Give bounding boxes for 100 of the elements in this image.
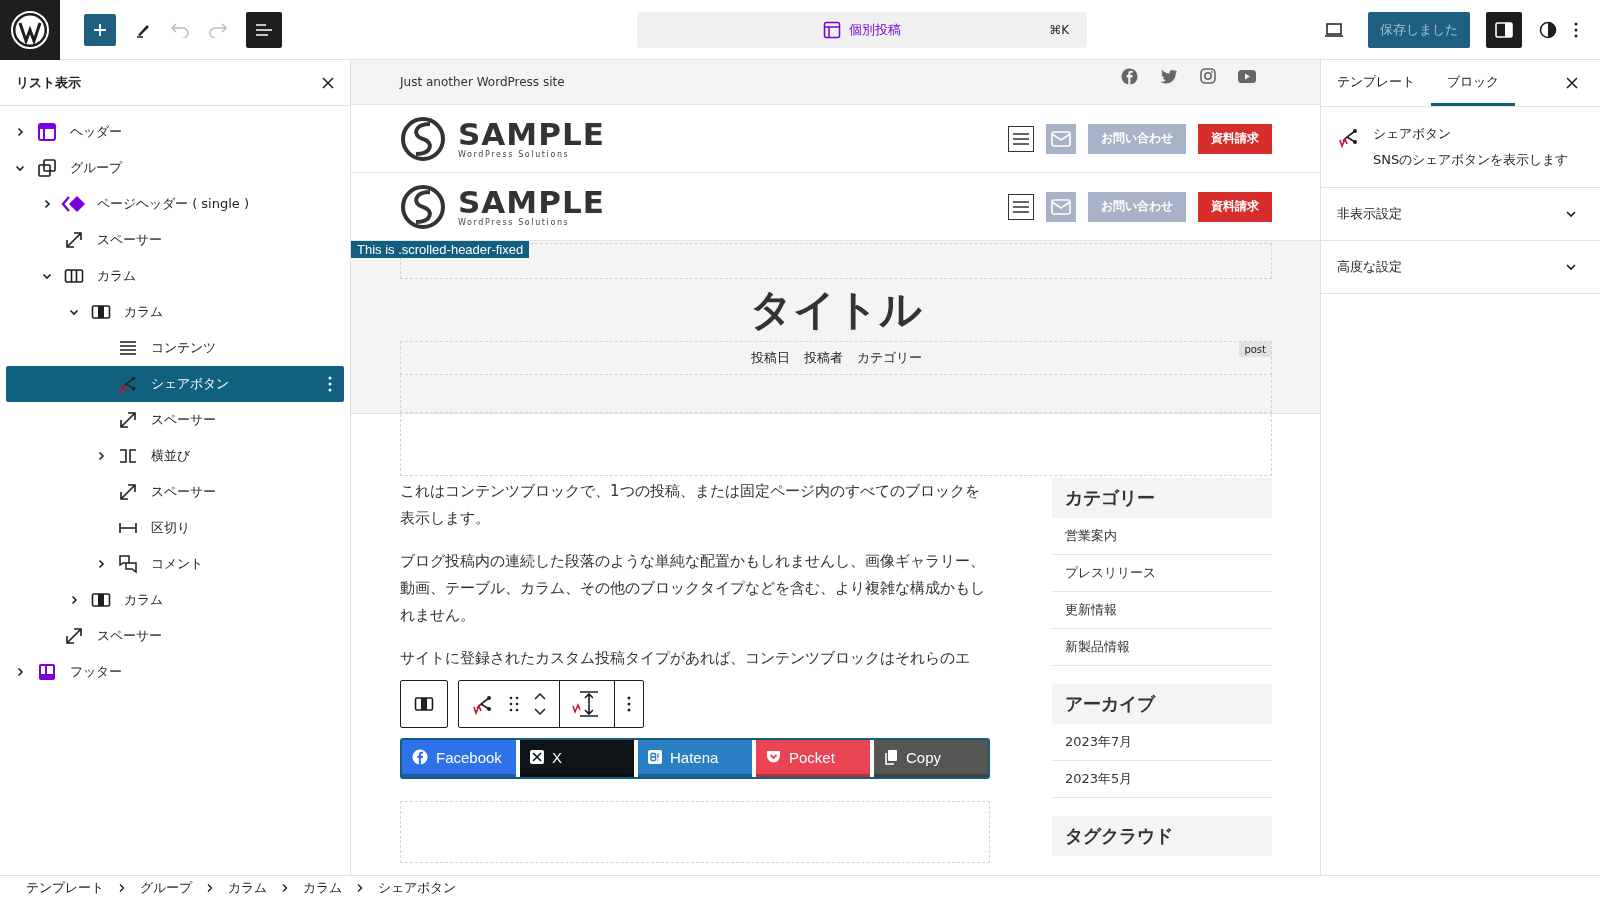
block-description: SNSのシェアボタンを表示します	[1373, 151, 1569, 169]
columns-icon	[64, 266, 84, 286]
share-button[interactable]: Hatena	[638, 740, 752, 777]
more-options-icon[interactable]	[1574, 21, 1578, 38]
resize-arrow-icon	[64, 230, 84, 250]
list-view-item[interactable]: カラム	[6, 258, 344, 294]
section-title: 高度な設定	[1337, 258, 1402, 276]
list-view-button[interactable]	[246, 11, 282, 48]
paragraph: ブログ投稿内の連続した段落のような単純な配置かもしれませんし、画像ギャラリー、動画、テーブル、カラム、その他のブロックタイプなどを含む、より複雑な構成かもしれません。	[400, 551, 986, 626]
list-view-item[interactable]: 横並び	[6, 438, 344, 474]
layout-icon	[823, 20, 841, 39]
desktop-preview-icon[interactable]	[1324, 21, 1344, 38]
list-view-item[interactable]: コンテンツ	[6, 330, 344, 366]
chevron-right-icon	[281, 883, 289, 893]
wordpress-logo-button[interactable]	[0, 0, 60, 60]
list-view-item[interactable]: カラム	[6, 582, 344, 618]
list-view-item[interactable]: カラム	[6, 294, 344, 330]
facebook-icon[interactable]	[1121, 67, 1138, 85]
list-view-item[interactable]: シェアボタン	[6, 366, 344, 402]
widget-link[interactable]: 2023年5月	[1052, 761, 1272, 798]
sidebar-tab[interactable]: テンプレート	[1321, 60, 1431, 106]
site-tagline: Just another WordPress site	[400, 75, 565, 89]
drag-handle-icon[interactable]	[509, 696, 519, 712]
video-play-icon[interactable]	[1238, 69, 1256, 83]
settings-section-toggle[interactable]: 非表示設定	[1321, 188, 1600, 241]
list-view-item[interactable]: ヘッダー	[6, 114, 344, 150]
share-button[interactable]: Copy	[874, 740, 988, 777]
logo-text: SAMPLE	[458, 186, 605, 218]
share-button[interactable]: Pocket	[756, 740, 870, 777]
list-view-item[interactable]: グループ	[6, 150, 344, 186]
post-meta-item: 投稿者	[803, 349, 843, 367]
half-circle-icon[interactable]	[1538, 19, 1558, 40]
sidebar-tab[interactable]: ブロック	[1431, 60, 1515, 106]
column-icon	[91, 590, 111, 610]
post-type-tag: post	[1239, 342, 1271, 357]
lines-icon	[118, 338, 138, 358]
list-view-item[interactable]: フッター	[6, 654, 344, 690]
shortcut-hint: ⌘K	[1049, 22, 1069, 37]
chevron-right-icon	[356, 883, 364, 893]
list-view-item[interactable]: スペーサー	[6, 402, 344, 438]
select-parent-button[interactable]	[400, 680, 448, 728]
widget-link[interactable]: プレスリリース	[1052, 555, 1272, 592]
copy-icon	[884, 749, 898, 765]
command-bar[interactable]: 個別投稿 ⌘K	[637, 11, 1087, 48]
list-view-item[interactable]: スペーサー	[6, 222, 344, 258]
facebook-icon	[412, 749, 428, 765]
comments-icon	[118, 554, 138, 574]
menu-icon[interactable]	[1008, 125, 1034, 152]
logo-icon	[400, 183, 446, 230]
widget-link[interactable]: 新製品情報	[1052, 629, 1272, 666]
list-view-icon	[254, 21, 274, 38]
widget-title: タグクラウド	[1052, 816, 1272, 856]
breadcrumb-link[interactable]: グループ	[140, 879, 192, 897]
list-view-item[interactable]: ページヘッダー ( single )	[6, 186, 344, 222]
widget-title: アーカイブ	[1052, 684, 1272, 724]
logo-icon	[400, 115, 446, 162]
resize-arrow-icon	[118, 410, 138, 430]
request-button[interactable]: 資料請求	[1198, 123, 1272, 154]
add-block-button[interactable]	[84, 13, 116, 46]
share-button[interactable]: Facebook	[402, 740, 516, 777]
list-view-item[interactable]: スペーサー	[6, 474, 344, 510]
settings-button[interactable]	[1486, 11, 1522, 48]
x-logo-icon	[530, 750, 544, 764]
list-view-item[interactable]: 区切り	[6, 510, 344, 546]
close-icon[interactable]	[322, 76, 334, 89]
mail-icon	[1051, 198, 1071, 215]
logo-subtitle: WordPress Solutions	[458, 150, 571, 159]
close-icon[interactable]	[1566, 77, 1578, 89]
instagram-icon[interactable]	[1200, 68, 1216, 84]
chevron-right-icon	[118, 883, 126, 893]
share-button[interactable]: X	[520, 740, 634, 777]
widget-link[interactable]: 更新情報	[1052, 592, 1272, 629]
breadcrumb-link[interactable]: カラム	[303, 879, 342, 897]
more-options-icon[interactable]	[627, 696, 631, 712]
breadcrumb-link[interactable]: カラム	[228, 879, 267, 897]
diamond-icon	[61, 194, 87, 214]
logo-subtitle: WordPress Solutions	[458, 218, 571, 227]
move-up-down-icon[interactable]	[533, 691, 547, 717]
breadcrumb-link[interactable]: テンプレート	[26, 879, 104, 897]
debug-label: This is .scrolled-header-fixed	[351, 241, 530, 258]
section-title: 非表示設定	[1337, 205, 1402, 223]
settings-section-toggle[interactable]: 高度な設定	[1321, 241, 1600, 294]
breadcrumb-link[interactable]: シェアボタン	[378, 879, 456, 897]
column-icon	[91, 302, 111, 322]
logo-text: SAMPLE	[458, 118, 605, 150]
widget-link[interactable]: 2023年7月	[1052, 724, 1272, 761]
sidebar-icon	[1494, 19, 1514, 40]
footer-icon	[37, 662, 57, 682]
list-view-item[interactable]: コメント	[6, 546, 344, 582]
plus-icon	[93, 22, 107, 37]
widget-link[interactable]: 営業案内	[1052, 518, 1272, 555]
menu-icon[interactable]	[1008, 193, 1034, 220]
more-options-icon[interactable]	[328, 376, 332, 392]
widget-title: カテゴリー	[1052, 478, 1272, 518]
request-button[interactable]: 資料請求	[1198, 191, 1272, 222]
bird-icon[interactable]	[1160, 68, 1178, 84]
pocket-logo-icon	[766, 750, 781, 764]
hatena-logo-icon	[648, 750, 662, 764]
paragraph: これはコンテンツブロックで、1つの投稿、または固定ページ内のすべてのブロックを表示します。	[400, 481, 981, 529]
list-view-item[interactable]: スペーサー	[6, 618, 344, 654]
